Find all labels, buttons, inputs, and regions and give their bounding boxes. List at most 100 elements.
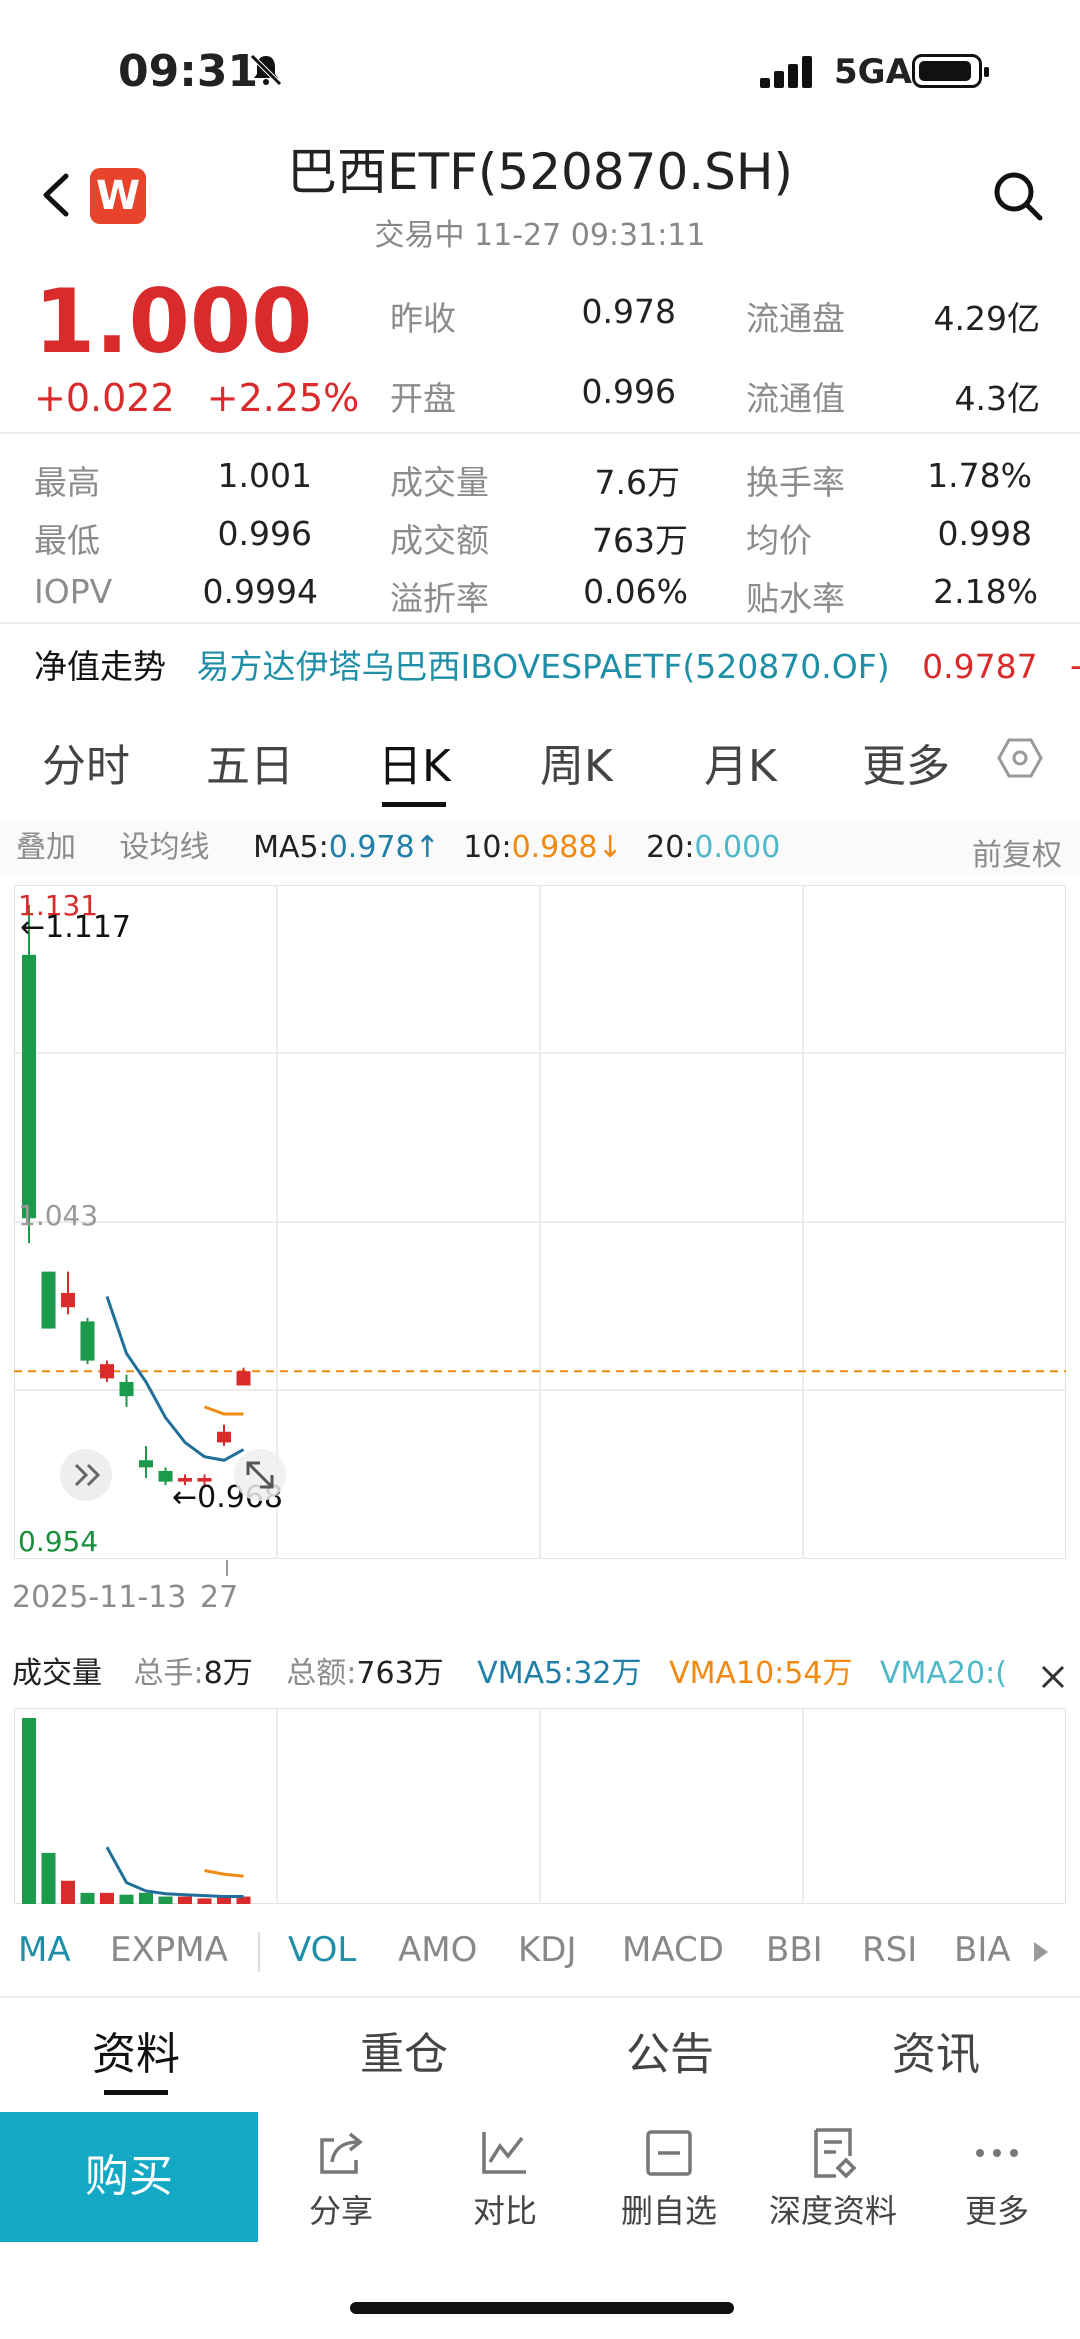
kline-chart[interactable]: 1.131 ←1.117 1.043 ←0.968 0.954 [14,885,1066,1559]
tab-five-day[interactable]: 五日 [206,730,294,794]
overlay-button[interactable]: 叠加 [16,830,76,865]
tab-announcements[interactable]: 公告 [626,2018,714,2082]
compare-label: 对比 [472,2192,537,2230]
candle [139,1460,153,1468]
change-amount: +0.022 [34,376,175,420]
vma10-label: VMA10:54万 [669,1656,853,1691]
current-date-tick [226,1560,228,1576]
settings-hex-icon[interactable] [996,736,1044,780]
trading-status: 交易中 11-27 09:31:11 [374,218,706,253]
nav-trend-strip[interactable]: 净值走势 易方达伊塔乌巴西IBOVESPAETF(520870.OF) 0.97… [0,640,1080,684]
page-title: 巴西ETF(520870.SH) [286,143,793,201]
tab-daily-k[interactable]: 日K [378,730,451,794]
tab-more[interactable]: 更多 [862,730,950,794]
adjust-mode-button[interactable]: 前复权 [972,830,1062,874]
ind-tab-kdj[interactable]: KDJ [518,1930,577,1970]
document-icon [814,2128,857,2179]
divider [258,1932,260,1972]
volume-chart[interactable] [14,1708,1066,1904]
remove-watchlist-label: 删自选 [620,2192,717,2230]
nav-fund-name[interactable]: 易方达伊塔乌巴西IBOVESPAETF(520870.OF) [197,647,890,684]
candle [158,1470,173,1482]
tab-monthly-k[interactable]: 月K [704,730,777,794]
vma5-label: VMA5:32万 [477,1656,642,1691]
share-button[interactable]: 分享 [256,2126,426,2232]
avg-price-value: 0.998 [937,514,1032,553]
ind-tab-rsi[interactable]: RSI [862,1930,917,1970]
ind-tab-macd[interactable]: MACD [622,1930,724,1970]
expand-left-icon[interactable] [60,1449,112,1501]
candle [100,1364,114,1379]
candle [119,1381,134,1397]
ma10-value: 0.988↓ [511,830,623,865]
battery-icon [912,54,989,88]
status-bar: 09:31 5GA [0,0,1080,140]
total-hands-label: 总手: [133,1656,204,1691]
float-shares-value: 4.29亿 [933,299,1040,338]
close-icon[interactable] [1040,1664,1066,1690]
active-tab-indicator [382,802,446,807]
tab-intraday[interactable]: 分时 [42,730,130,794]
ma10-label: 10: [463,830,512,865]
divider [0,432,1080,434]
deep-data-button[interactable]: 深度资料 [748,2126,918,2232]
home-indicator [350,2302,734,2314]
high-value: 1.001 [217,456,312,495]
ind-tab-expma[interactable]: EXPMA [110,1930,228,1970]
volume-bar [22,1718,36,1904]
ma20-label: 20: [646,830,695,865]
bottom-tab-indicator [104,2090,168,2095]
turnover-value: 1.78% [927,456,1032,495]
open-label: 开盘 [390,379,456,418]
candle [236,1371,251,1386]
ma5-label: MA5: [253,830,329,865]
total-hands-value: 8万 [203,1656,253,1691]
ind-tab-amo[interactable]: AMO [398,1930,477,1970]
low-value: 0.996 [217,514,312,553]
more-button[interactable]: 更多 [912,2126,1080,2232]
tab-profile[interactable]: 资料 [92,2018,180,2082]
divider [0,1996,1080,1998]
more-dots-icon [976,2149,1018,2157]
current-price: 1.000 [34,270,313,373]
candle [61,1292,75,1308]
volume-bar [61,1880,75,1904]
fullscreen-icon[interactable] [234,1449,286,1501]
avg-price-label: 均价 [746,521,812,560]
amount-label: 成交额 [390,521,489,560]
candle [41,1271,56,1329]
chart-end-date: 27 [200,1580,239,1615]
buy-button[interactable]: 购买 [0,2112,258,2242]
candle [22,954,36,1219]
tab-holdings[interactable]: 重仓 [360,2018,448,2082]
open-value: 0.996 [581,372,676,411]
search-icon[interactable] [990,168,1046,224]
compare-button[interactable]: 对比 [420,2126,590,2232]
candle [80,1321,95,1361]
deep-data-label: 深度资料 [768,2192,897,2230]
tab-weekly-k[interactable]: 周K [540,730,613,794]
turnover-label: 换手率 [746,463,845,502]
remove-watchlist-button[interactable]: 删自选 [584,2126,754,2232]
ind-tab-bbi[interactable]: BBI [766,1930,823,1970]
float-value-label: 流通值 [746,379,845,418]
float-value-value: 4.3亿 [954,379,1040,418]
more-label: 更多 [964,2192,1029,2230]
volume-bar [158,1896,173,1904]
volume-bar [139,1892,153,1904]
ind-tab-bia[interactable]: BIA [954,1930,1011,1970]
high-marker-label: ←1.117 [20,910,131,945]
tab-news[interactable]: 资讯 [892,2018,980,2082]
volume-bar [119,1894,134,1904]
float-shares-label: 流通盘 [746,299,845,338]
status-time: 09:31 [118,46,259,97]
prev-close-label: 昨收 [390,299,456,338]
amount-value: 763万 [592,521,688,560]
scroll-right-icon[interactable] [1032,1940,1050,1964]
high-label: 最高 [34,463,100,502]
ind-tab-ma[interactable]: MA [18,1930,71,1970]
set-ma-button[interactable]: 设均线 [120,830,210,865]
vma20-label: VMA20:( [880,1656,1007,1691]
share-label: 分享 [308,2192,373,2230]
ind-tab-vol[interactable]: VOL [288,1930,356,1970]
